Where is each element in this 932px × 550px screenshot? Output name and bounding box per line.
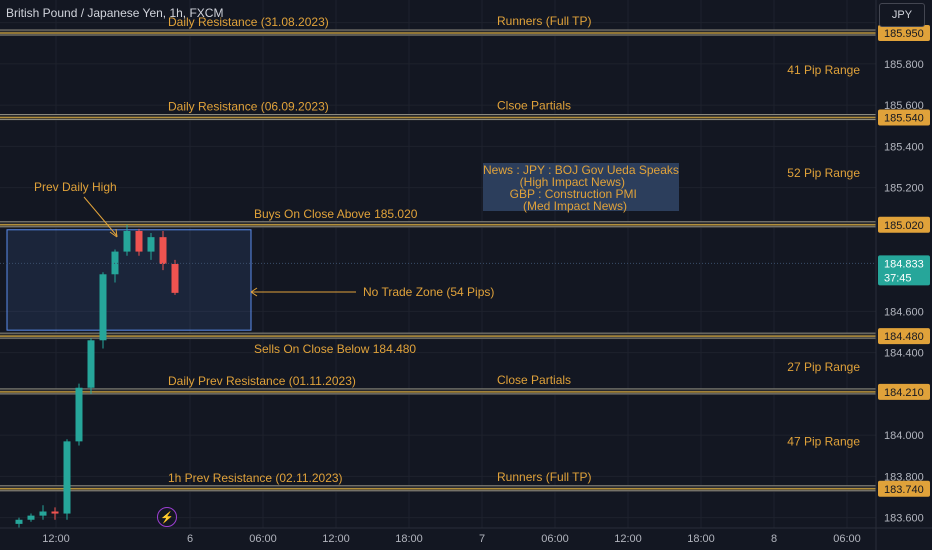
x-tick-label: 12:00 xyxy=(614,533,642,545)
candle-body xyxy=(75,387,83,442)
level-price-value: 184.210 xyxy=(884,387,924,399)
level-price-value: 185.950 xyxy=(884,28,924,40)
level-price-value: 185.540 xyxy=(884,113,924,125)
candle-body xyxy=(51,511,59,514)
news-line: (Med Impact News) xyxy=(483,199,628,213)
current-price-value: 184.833 xyxy=(884,258,924,270)
level-label: Daily Prev Resistance (01.11.2023) xyxy=(168,374,356,388)
candle-body xyxy=(135,230,143,252)
no-trade-zone-label: No Trade Zone (54 Pips) xyxy=(363,285,494,299)
y-tick-label: 184.400 xyxy=(884,348,924,360)
y-tick-label: 185.800 xyxy=(884,59,924,71)
candle-body xyxy=(27,515,35,520)
chart-area[interactable]: Daily Resistance (31.08.2023) Runners (Fu… xyxy=(0,0,932,550)
pip-range-label: 47 Pip Range xyxy=(787,434,860,448)
level-label: 1h Prev Resistance (02.11.2023) xyxy=(168,471,343,485)
news-box: News : JPY : BOJ Gov Ueda Speaks (High I… xyxy=(483,163,679,213)
lightning-icon[interactable]: ⚡ xyxy=(157,507,177,527)
candle-body xyxy=(87,340,95,388)
level-price-value: 185.020 xyxy=(884,220,924,232)
y-tick-label: 183.600 xyxy=(884,513,924,525)
x-tick-label: 06:00 xyxy=(833,533,861,545)
x-tick-label: 18:00 xyxy=(395,533,423,545)
x-tick-label: 06:00 xyxy=(249,533,277,545)
candle-body xyxy=(123,230,131,252)
level-price-value: 183.740 xyxy=(884,484,924,496)
currency-button[interactable]: JPY xyxy=(879,3,925,27)
x-tick-label: 12:00 xyxy=(42,533,70,545)
x-tick-label: 12:00 xyxy=(322,533,350,545)
x-tick-label: 7 xyxy=(479,533,485,545)
chart-title: British Pound / Japanese Yen, 1h, FXCM xyxy=(6,6,224,20)
candle-body xyxy=(159,237,167,264)
pip-range-label: 52 Pip Range xyxy=(787,166,860,180)
level-label: Daily Resistance (06.09.2023) xyxy=(168,100,329,114)
x-tick-label: 6 xyxy=(187,533,193,545)
candle-body xyxy=(99,274,107,341)
level-label: Sells On Close Below 184.480 xyxy=(254,342,416,356)
countdown-timer: 37:45 xyxy=(884,272,912,284)
pip-range-label: 41 Pip Range xyxy=(787,63,860,77)
candle-body xyxy=(63,441,71,514)
x-tick-label: 8 xyxy=(771,533,777,545)
y-tick-label: 185.400 xyxy=(884,141,924,153)
pip-range-label: 27 Pip Range xyxy=(787,360,860,374)
x-tick-label: 06:00 xyxy=(541,533,569,545)
prev-daily-high-label: Prev Daily High xyxy=(34,180,117,194)
candle-body xyxy=(39,511,47,516)
y-tick-label: 184.600 xyxy=(884,306,924,318)
level-price-value: 184.480 xyxy=(884,331,924,343)
level-right-label: Close Partials xyxy=(497,373,571,387)
y-tick-label: 185.200 xyxy=(884,183,924,195)
level-right-label: Runners (Full TP) xyxy=(497,470,591,484)
y-tick-label: 184.000 xyxy=(884,430,924,442)
level-right-label: Clsoe Partials xyxy=(497,99,571,113)
candle-body xyxy=(147,237,155,252)
candle-body xyxy=(171,263,179,293)
level-right-label: Runners (Full TP) xyxy=(497,14,591,28)
x-tick-label: 18:00 xyxy=(687,533,715,545)
candle-body xyxy=(15,519,23,524)
level-label: Buys On Close Above 185.020 xyxy=(254,207,418,221)
